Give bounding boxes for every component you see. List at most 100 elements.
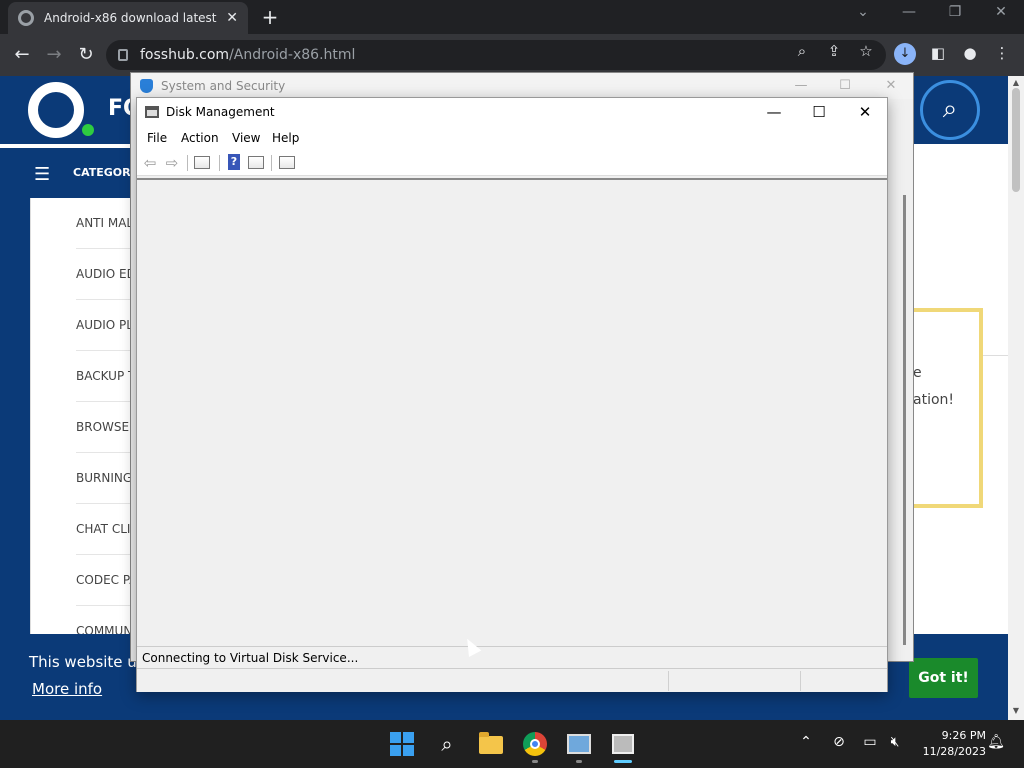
tab-search-icon[interactable]: ⌄	[849, 4, 877, 20]
windows-start-icon	[390, 732, 414, 756]
reload-icon[interactable]: ↻	[74, 43, 98, 67]
network-status-icon[interactable]: ⊘	[828, 734, 850, 750]
bookmark-star-icon[interactable]: ☆	[854, 42, 878, 60]
status-separator	[800, 671, 801, 691]
system-security-title: System and Security	[161, 79, 286, 93]
sys-minimize-button[interactable]: —	[791, 78, 811, 93]
sys-close-button[interactable]: ✕	[881, 78, 901, 93]
show-hide-console-tree-button[interactable]	[194, 154, 212, 172]
disk-management-titlebar[interactable]: Disk Management — ☐ ✕	[137, 98, 887, 126]
disk-management-icon	[612, 734, 634, 754]
page-scrollbar[interactable]: ▲ ▼	[1008, 76, 1024, 720]
show-hidden-icons-chevron-icon[interactable]: ⌃	[795, 734, 817, 750]
toolbar-separator	[187, 155, 188, 171]
fosshub-favicon-icon	[18, 10, 34, 26]
system-security-titlebar[interactable]: System and Security — ☐ ✕	[131, 73, 913, 99]
address-bar[interactable]: fosshub.com/Android-x86.html	[106, 40, 886, 70]
dm-status-bar-secondary	[137, 668, 887, 692]
logo-dot	[82, 124, 94, 136]
back-arrow-icon[interactable]: ←	[10, 43, 34, 67]
display-icon[interactable]: ▭	[859, 734, 881, 750]
file-explorer-button[interactable]	[477, 730, 505, 758]
ad-text-line2: ation!	[913, 392, 955, 408]
console-tree-icon	[194, 156, 210, 169]
hamburger-icon: ☰	[34, 164, 51, 185]
action-pane-button[interactable]	[248, 154, 266, 172]
browser-tabstrip: Android-x86 download latest ver ✕ + ⌄ — …	[0, 0, 1024, 34]
clock-time: 9:26 PM	[941, 729, 986, 742]
clock-date: 11/28/2023	[922, 745, 986, 758]
cookie-more-info-link[interactable]: More info	[32, 680, 102, 698]
disk-management-title: Disk Management	[166, 105, 275, 119]
share-icon[interactable]: ⇪	[822, 42, 846, 60]
action-pane-icon	[248, 156, 264, 169]
chrome-running-indicator	[532, 760, 538, 763]
dm-close-button[interactable]: ✕	[850, 101, 880, 123]
chrome-icon	[523, 732, 547, 756]
notification-bell-icon[interactable]: 🔔︎	[985, 734, 1007, 750]
browser-minimize-button[interactable]: —	[895, 4, 923, 20]
disk-management-taskbar-button[interactable]	[609, 730, 637, 758]
properties-button[interactable]	[279, 154, 297, 172]
url-host: fosshub.com	[140, 47, 230, 63]
cookie-text: This website us	[29, 653, 145, 671]
status-separator	[668, 671, 669, 691]
disk-management-content	[137, 178, 887, 664]
volume-muted-icon[interactable]: 🔇︎	[884, 734, 906, 750]
start-button[interactable]	[388, 730, 416, 758]
help-button[interactable]: ?	[225, 154, 243, 172]
forward-arrow-icon[interactable]: ⇨	[163, 154, 181, 172]
chrome-taskbar-button[interactable]	[521, 730, 549, 758]
ad-text-line1: e	[913, 365, 922, 381]
shield-icon	[140, 79, 153, 93]
control-panel-icon	[567, 734, 591, 754]
browser-toolbar: ← → ↻ fosshub.com/Android-x86.html ⌕ ⇪ ☆…	[0, 34, 1024, 76]
system-clock[interactable]: 9:26 PM 11/28/2023	[916, 728, 986, 760]
site-search-icon[interactable]: ⌕	[920, 80, 980, 140]
tab-close-icon[interactable]: ✕	[226, 10, 238, 26]
side-panel-icon[interactable]: ◧	[926, 44, 950, 62]
fosshub-logo[interactable]	[28, 82, 84, 138]
control-panel-taskbar-button[interactable]	[565, 730, 593, 758]
scroll-down-arrow-icon[interactable]: ▼	[1011, 706, 1021, 715]
browser-close-button[interactable]: ✕	[987, 4, 1015, 20]
new-tab-button[interactable]: +	[258, 5, 282, 29]
disk-management-window: Disk Management — ☐ ✕ File Action View H…	[136, 97, 888, 692]
dm-minimize-button[interactable]: —	[759, 101, 789, 123]
dm-status-bar: Connecting to Virtual Disk Service...	[137, 646, 887, 668]
categories-bar[interactable]: ☰ CATEGORIES	[20, 148, 150, 198]
menu-view[interactable]: View	[232, 131, 260, 145]
status-text: Connecting to Virtual Disk Service...	[142, 651, 359, 665]
scroll-up-arrow-icon[interactable]: ▲	[1011, 78, 1021, 87]
disk-management-active-indicator	[614, 760, 632, 763]
properties-icon	[279, 156, 295, 169]
ad-box	[913, 308, 983, 508]
profile-icon[interactable]: ●	[958, 44, 982, 62]
sys-maximize-button[interactable]: ☐	[835, 78, 855, 93]
folder-icon	[479, 732, 503, 754]
menu-action[interactable]: Action	[181, 131, 219, 145]
disk-management-app-icon	[145, 106, 159, 118]
search-icon[interactable]: ⌕	[433, 730, 461, 758]
toolbar-separator	[219, 155, 220, 171]
scroll-thumb[interactable]	[1012, 88, 1020, 192]
tab-title: Android-x86 download latest ver	[44, 11, 218, 25]
menu-help[interactable]: Help	[272, 131, 299, 145]
system-security-scrollbar[interactable]	[903, 195, 906, 645]
control-panel-running-indicator	[576, 760, 582, 763]
back-arrow-icon[interactable]: ⇦	[141, 154, 159, 172]
url-path: /Android-x86.html	[229, 47, 356, 63]
search-icon[interactable]: ⌕	[790, 42, 814, 60]
downloads-button[interactable]: ↓	[894, 43, 918, 65]
cookie-accept-button[interactable]: Got it!	[909, 658, 978, 698]
browser-restore-button[interactable]: ❐	[941, 4, 969, 20]
menu-file[interactable]: File	[147, 131, 167, 145]
forward-arrow-icon[interactable]: →	[42, 43, 66, 67]
help-icon: ?	[228, 154, 240, 170]
menu-kebab-icon[interactable]: ⋮	[990, 44, 1014, 62]
dm-toolbar: ⇦ ⇨ ?	[137, 150, 887, 176]
toolbar-separator	[271, 155, 272, 171]
dm-maximize-button[interactable]: ☐	[804, 101, 834, 123]
dm-menubar: File Action View Help	[137, 126, 887, 150]
browser-tab-active[interactable]: Android-x86 download latest ver ✕	[8, 2, 248, 34]
